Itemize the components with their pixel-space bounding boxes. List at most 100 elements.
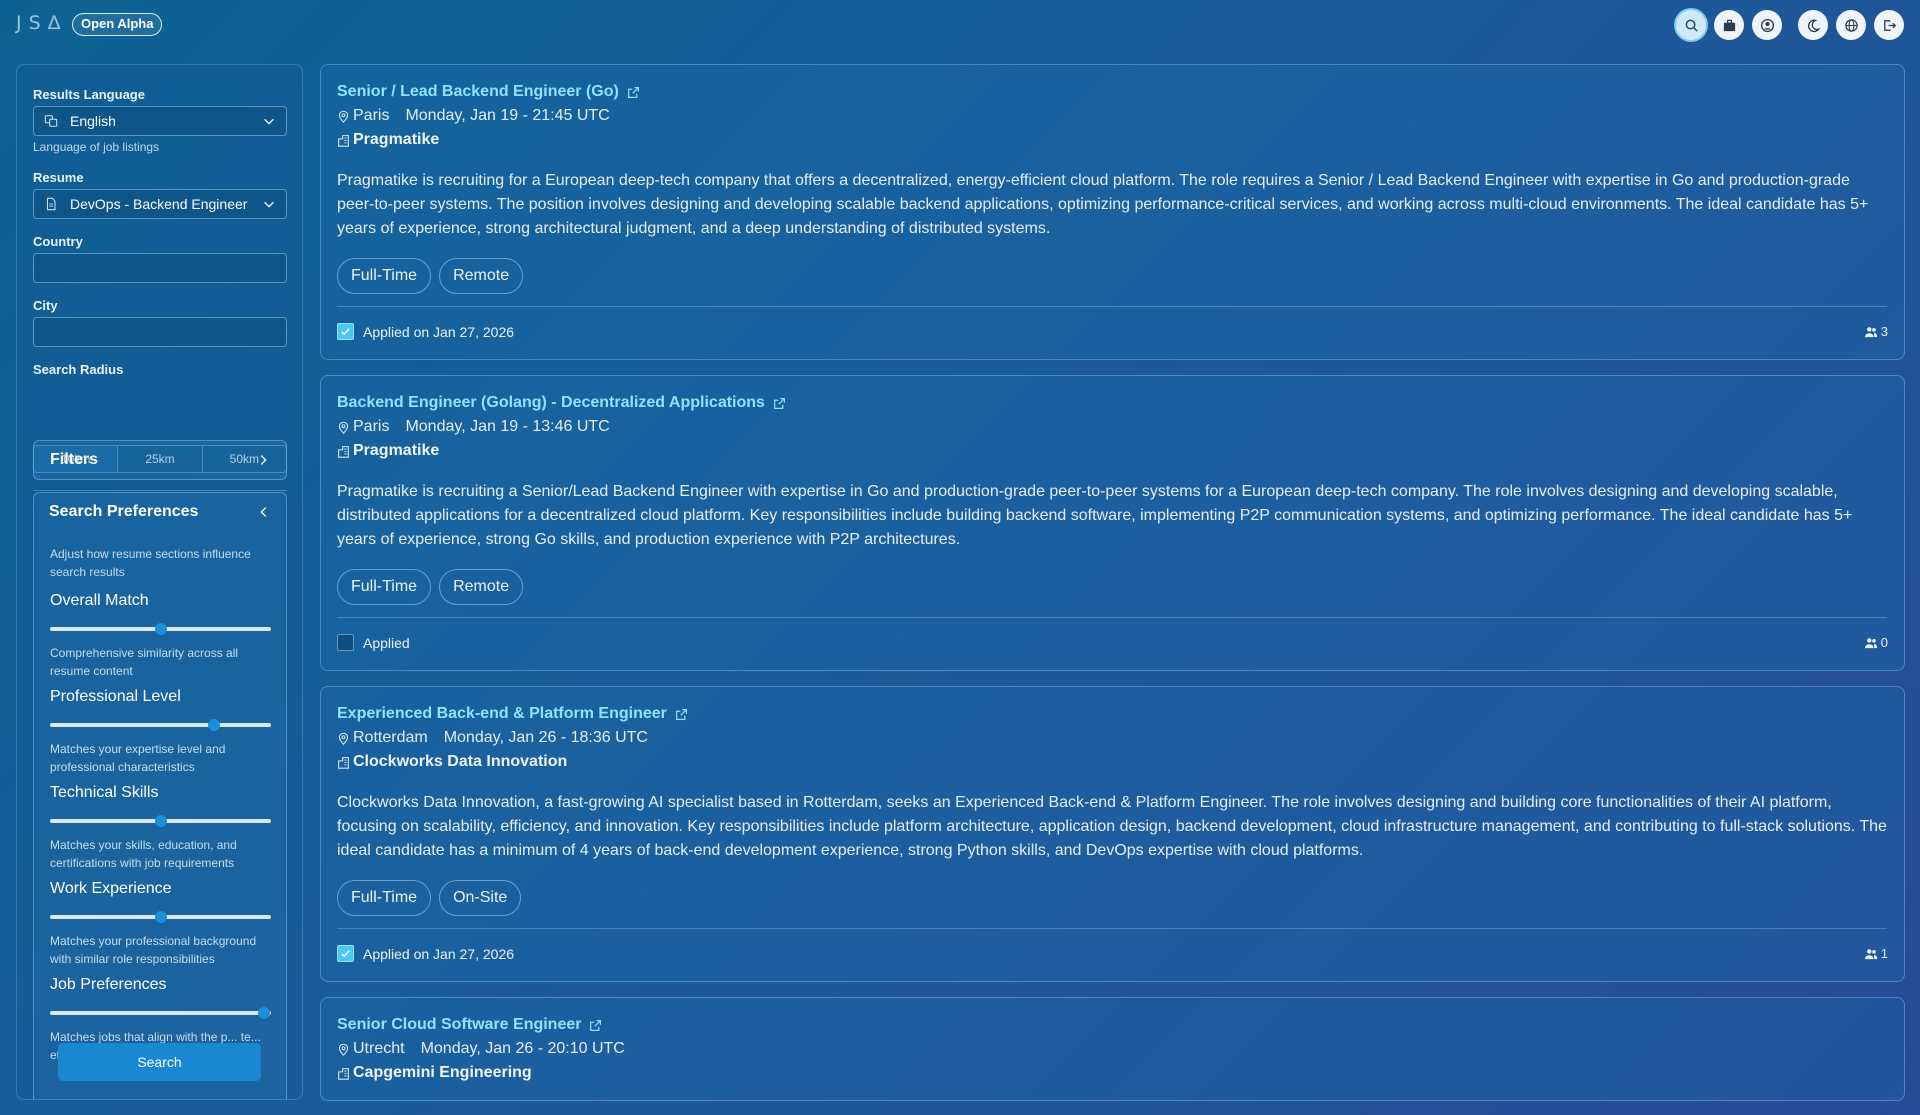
- theme-toggle-button[interactable]: [1798, 10, 1828, 40]
- applied-label: Applied on Jan 27, 2026: [363, 945, 515, 962]
- pref-desc-overall-match: Comprehensive similarity across all resu…: [50, 646, 239, 678]
- job-tag[interactable]: On-Site: [439, 880, 522, 916]
- overall-match-slider[interactable]: [50, 623, 271, 635]
- pref-title-work-experience: Work Experience: [50, 880, 172, 897]
- pref-desc-work-experience: Matches your professional background wit…: [50, 934, 257, 966]
- job-title-link[interactable]: Senior Cloud Software Engineer: [337, 1016, 602, 1034]
- slider-thumb[interactable]: [207, 719, 220, 731]
- chevron-right-icon: [260, 455, 267, 465]
- job-title-link[interactable]: Senior / Lead Backend Engineer (Go): [337, 83, 640, 101]
- resume-select[interactable]: DevOps - Backend Engineer: [33, 189, 287, 219]
- job-company: Clockworks Data Innovation: [337, 753, 567, 771]
- language-button[interactable]: [1836, 10, 1866, 40]
- profile-nav-button[interactable]: [1752, 10, 1782, 40]
- job-tag[interactable]: Full-Time: [337, 258, 432, 294]
- applied-toggle[interactable]: Applied on Jan 27, 2026: [337, 945, 514, 962]
- applied-toggle[interactable]: Applied: [337, 634, 410, 651]
- slider-thumb[interactable]: [154, 815, 167, 827]
- applied-checkbox[interactable]: [337, 634, 354, 651]
- pref-desc-technical-skills: Matches your skills, education, and cert…: [50, 838, 237, 870]
- job-card: Senior Cloud Software Engineer Utrecht M…: [320, 997, 1905, 1101]
- applicants-number: 3: [1880, 324, 1888, 339]
- technical-skills-slider[interactable]: [50, 815, 271, 827]
- users-icon: [1864, 637, 1877, 648]
- job-tags: Full-Time Remote: [337, 258, 524, 294]
- country-input[interactable]: [33, 253, 287, 283]
- external-link-icon: [627, 86, 639, 98]
- logout-button[interactable]: [1874, 10, 1904, 40]
- job-tag[interactable]: Remote: [439, 258, 524, 294]
- job-tag[interactable]: Full-Time: [337, 569, 432, 605]
- external-link-icon: [675, 708, 687, 720]
- filters-toggle[interactable]: Filters: [33, 440, 287, 480]
- external-link-icon: [773, 397, 785, 409]
- resume-value: DevOps - Backend Engineer: [70, 196, 248, 212]
- job-card: Backend Engineer (Golang) - Decentralize…: [320, 375, 1905, 671]
- search-radius-label: Search Radius: [33, 362, 124, 377]
- building-icon: [338, 756, 349, 769]
- professional-level-slider[interactable]: [50, 719, 271, 731]
- document-icon: [46, 197, 56, 211]
- pref-title-professional-level: Professional Level: [50, 688, 181, 705]
- job-title: Backend Engineer (Golang) - Decentralize…: [337, 394, 765, 411]
- moon-icon: [1807, 19, 1821, 32]
- external-link-icon: [590, 1019, 602, 1031]
- job-description: Pragmatike is recruiting a Senior/Lead B…: [337, 483, 1853, 548]
- job-title: Senior Cloud Software Engineer: [337, 1016, 582, 1033]
- job-description: Clockworks Data Innovation, a fast-growi…: [337, 794, 1887, 859]
- applicants-number: 1: [1880, 946, 1888, 961]
- job-meta: Utrecht Monday, Jan 26 - 20:10 UTC: [337, 1040, 625, 1058]
- applied-checkbox[interactable]: [337, 323, 354, 340]
- resume-label: Resume: [33, 170, 84, 185]
- results-language-label: Results Language: [33, 87, 145, 102]
- search-preferences-panel: Search Preferences Adjust how resume sec…: [33, 492, 287, 1099]
- company-name: Clockworks Data Innovation: [353, 753, 568, 770]
- logo-letter: J: [16, 12, 23, 34]
- company-name: Pragmatike: [353, 442, 440, 459]
- translate-icon: [44, 115, 58, 127]
- search-preferences-toggle[interactable]: Search Preferences: [33, 492, 287, 532]
- jobs-nav-button[interactable]: [1714, 10, 1744, 40]
- country-label: Country: [33, 234, 83, 249]
- applied-checkbox[interactable]: [337, 945, 354, 962]
- map-pin-icon: [338, 110, 349, 123]
- applied-label: Applied on Jan 27, 2026: [363, 323, 515, 340]
- search-button[interactable]: Search: [58, 1043, 261, 1081]
- slider-thumb[interactable]: [154, 623, 167, 635]
- search-preferences-intro: Adjust how resume sections influence sea…: [50, 547, 251, 579]
- app-logo[interactable]: J S Δ: [16, 12, 62, 34]
- job-tag[interactable]: Remote: [439, 569, 524, 605]
- pref-desc-professional-level: Matches your expertise level and profess…: [50, 742, 226, 774]
- job-date: Monday, Jan 26 - 20:10 UTC: [420, 1040, 625, 1057]
- results-language-value: English: [70, 113, 116, 129]
- slider-thumb[interactable]: [258, 1007, 271, 1019]
- job-company: Pragmatike: [337, 442, 439, 460]
- results-language-select[interactable]: English: [33, 106, 287, 136]
- search-nav-button[interactable]: [1676, 10, 1706, 40]
- search-sidebar: Results Language English Language of job…: [16, 64, 303, 1100]
- globe-icon: [1844, 18, 1858, 32]
- job-tags: Full-Time On-Site: [337, 880, 522, 916]
- job-title-link[interactable]: Experienced Back-end & Platform Engineer: [337, 705, 688, 723]
- open-alpha-badge: Open Alpha: [72, 13, 163, 36]
- applied-label: Applied: [363, 634, 410, 651]
- applied-toggle[interactable]: Applied on Jan 27, 2026: [337, 323, 514, 340]
- job-location: Utrecht: [353, 1040, 405, 1057]
- company-name: Pragmatike: [353, 131, 440, 148]
- users-icon: [1864, 948, 1877, 959]
- job-title-link[interactable]: Backend Engineer (Golang) - Decentralize…: [337, 394, 786, 412]
- job-date: Monday, Jan 19 - 13:46 UTC: [405, 418, 610, 435]
- building-icon: [338, 445, 349, 458]
- card-divider: [337, 928, 1887, 929]
- pref-title-technical-skills: Technical Skills: [50, 784, 159, 801]
- job-company: Capgemini Engineering: [337, 1064, 532, 1082]
- pref-title-job-preferences: Job Preferences: [50, 976, 167, 993]
- job-tag[interactable]: Full-Time: [337, 880, 432, 916]
- slider-thumb[interactable]: [154, 911, 167, 923]
- logout-icon: [1883, 19, 1896, 31]
- job-location: Paris: [353, 418, 390, 435]
- city-input[interactable]: [33, 317, 287, 347]
- work-experience-slider[interactable]: [50, 911, 271, 923]
- logo-letter: S: [28, 12, 42, 34]
- job-preferences-slider[interactable]: [50, 1007, 271, 1019]
